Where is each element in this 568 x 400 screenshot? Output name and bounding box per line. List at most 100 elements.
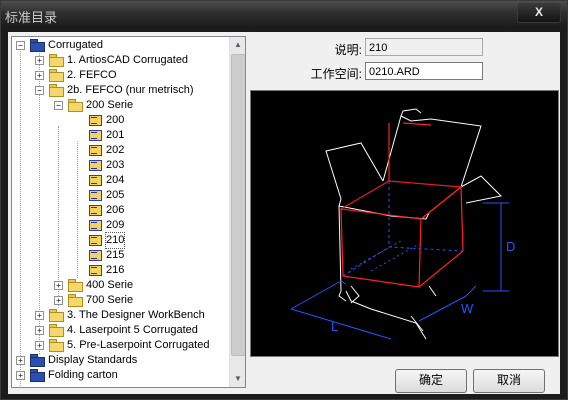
tree-item-label: 205 — [106, 189, 125, 201]
design-file-icon — [88, 204, 102, 216]
folder-open-icon — [68, 99, 83, 112]
design-file-icon — [88, 159, 102, 171]
description-field: 210 — [365, 38, 483, 56]
design-file-icon — [88, 174, 102, 186]
width-dimension-label: W — [461, 301, 474, 316]
tree-item-700-serie[interactable]: + 700 Serie — [54, 293, 224, 308]
box-3d-drawing: D W L — [290, 108, 515, 340]
window-title: 标准目录 — [5, 10, 58, 25]
tree-item-206[interactable]: 206 — [88, 203, 148, 218]
expand-icon[interactable]: + — [35, 311, 44, 320]
expand-icon[interactable]: + — [54, 296, 63, 305]
expand-icon[interactable]: + — [54, 281, 63, 290]
expand-icon[interactable]: + — [35, 326, 44, 335]
design-file-icon — [88, 144, 102, 156]
tree-item-label: 201 — [106, 129, 125, 141]
tree-item-201[interactable]: 201 — [88, 128, 148, 143]
title-bar[interactable]: 标准目录 X — [1, 1, 567, 27]
tree-item-display-standards[interactable]: + Display Standards — [16, 353, 226, 368]
dimension-labels: D W L — [331, 239, 515, 334]
tree-item-200[interactable]: 200 — [88, 113, 148, 128]
tree-item-label: Folding carton — [48, 369, 118, 381]
expand-icon[interactable]: + — [16, 371, 25, 380]
folder-icon — [49, 54, 64, 67]
scrollbar-thumb[interactable] — [231, 54, 245, 356]
tree-item-folding-carton[interactable]: + Folding carton — [16, 368, 226, 383]
tree-scrollbar[interactable]: ▲ ▼ — [229, 37, 245, 387]
tree-item-label: 3. The Designer WorkBench — [67, 309, 205, 321]
tree-item-label-selected: 210 — [104, 232, 126, 249]
tree-item-200-serie[interactable]: − 200 Serie — [54, 98, 224, 113]
collapse-icon[interactable]: − — [35, 86, 44, 95]
expand-icon[interactable]: + — [35, 56, 44, 65]
expand-icon[interactable]: + — [35, 71, 44, 80]
tree-item-label: Corrugated — [48, 39, 104, 51]
tree-item-203[interactable]: 203 — [88, 158, 148, 173]
tree-item-artioscad-corrugated[interactable]: + 1. ArtiosCAD Corrugated — [35, 53, 225, 68]
folder-icon — [30, 369, 45, 382]
tree-item-204[interactable]: 204 — [88, 173, 148, 188]
depth-dimension-label: D — [506, 239, 515, 254]
tree-item-label: 4. Laserpoint 5 Corrugated — [67, 324, 198, 336]
tree-item-label: 2. FEFCO — [67, 69, 117, 81]
tree-item-label: 2b. FEFCO (nur metrisch) — [67, 84, 194, 96]
tree-item-202[interactable]: 202 — [88, 143, 148, 158]
design-file-icon — [88, 264, 102, 276]
ok-button[interactable]: 确定 — [395, 369, 467, 393]
tree-item-label: 700 Serie — [86, 294, 134, 306]
tree-item-fefco-metrisch[interactable]: − 2b. FEFCO (nur metrisch) — [35, 83, 225, 98]
close-button[interactable]: X — [517, 3, 561, 23]
folder-icon — [49, 324, 64, 337]
scroll-up-arrow-icon[interactable]: ▲ — [230, 37, 245, 53]
catalog-tree[interactable]: − Corrugated + 1. ArtiosCAD Corrugated +… — [11, 36, 246, 388]
folder-icon — [49, 309, 64, 322]
tree-item-fefco[interactable]: + 2. FEFCO — [35, 68, 225, 83]
box-flaps-outline — [325, 108, 503, 340]
collapse-icon[interactable]: − — [16, 41, 25, 50]
expand-icon[interactable]: + — [35, 341, 44, 350]
tree-item-label: 209 — [106, 219, 125, 231]
folder-icon — [68, 294, 83, 307]
tree-item-label: 216 — [106, 264, 125, 276]
expand-icon[interactable]: + — [16, 356, 25, 365]
cancel-button[interactable]: 取消 — [473, 369, 545, 393]
folder-icon — [49, 69, 64, 82]
description-label: 说明: — [334, 43, 362, 57]
scroll-down-arrow-icon[interactable]: ▼ — [230, 371, 245, 387]
tree-item-designer-workbench[interactable]: + 3. The Designer WorkBench — [35, 308, 225, 323]
folder-icon — [49, 339, 64, 352]
design-file-icon — [88, 234, 102, 246]
tree-item-label: Display Standards — [48, 354, 138, 366]
tree-item-label: 5. Pre-Laserpoint Corrugated — [67, 339, 210, 351]
tree-item-label: 200 — [106, 114, 125, 126]
tree-item-label: 400 Serie — [86, 279, 134, 291]
box-panels — [339, 122, 464, 288]
length-dimension-label: L — [331, 319, 338, 334]
tree-line — [20, 51, 21, 387]
tree-item-215[interactable]: 215 — [88, 248, 148, 263]
tree-item-label: 204 — [106, 174, 125, 186]
dialog-body: − Corrugated + 1. ArtiosCAD Corrugated +… — [8, 32, 560, 394]
tree-item-216[interactable]: 216 — [88, 263, 148, 278]
folder-icon — [30, 39, 45, 52]
tree-item-209[interactable]: 209 — [88, 218, 148, 233]
design-preview: D W L — [250, 90, 559, 357]
collapse-icon[interactable]: − — [54, 101, 63, 110]
tree-item-400-serie[interactable]: + 400 Serie — [54, 278, 224, 293]
dimension-lines — [290, 181, 509, 340]
tree-item-pre-laserpoint[interactable]: + 5. Pre-Laserpoint Corrugated — [35, 338, 225, 353]
design-file-icon — [88, 129, 102, 141]
folder-icon — [30, 354, 45, 367]
tree-item-corrugated[interactable]: − Corrugated — [16, 38, 226, 53]
tree-item-label: 206 — [106, 204, 125, 216]
tree-item-label: 203 — [106, 159, 125, 171]
dialog-window: 标准目录 X − Corrugated + 1. ArtiosCAD Corru… — [0, 0, 568, 400]
tree-item-laserpoint-5[interactable]: + 4. Laserpoint 5 Corrugated — [35, 323, 225, 338]
tree-item-label: 215 — [106, 249, 125, 261]
design-file-icon — [88, 219, 102, 231]
tree-item-label: 200 Serie — [86, 99, 134, 111]
tree-item-205[interactable]: 205 — [88, 188, 148, 203]
design-file-icon — [88, 114, 102, 126]
tree-item-210[interactable]: 210 — [88, 232, 148, 249]
workspace-input[interactable]: 0210.ARD — [365, 62, 483, 80]
